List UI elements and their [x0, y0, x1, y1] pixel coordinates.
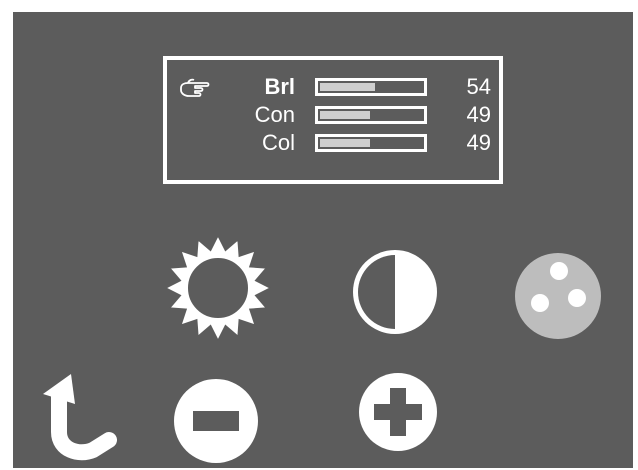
contrast-value: 49	[466, 102, 491, 127]
color-palette-icon[interactable]	[512, 250, 604, 342]
menu-row-color[interactable]: Col 49	[167, 130, 499, 158]
menu-row-contrast[interactable]: Con 49	[167, 102, 499, 130]
contrast-level-fill	[320, 111, 370, 119]
osd-screen: Brl 54 Con 49 Col 49	[13, 12, 633, 468]
brightness-value: 54	[466, 74, 491, 99]
brightness-level-fill	[320, 83, 375, 91]
menu-label-brightness: Brl	[264, 74, 295, 99]
contrast-level-bar[interactable]	[315, 106, 427, 124]
menu-label-contrast: Con	[254, 102, 295, 127]
menu-row-brightness[interactable]: Brl 54	[167, 74, 499, 102]
plus-icon[interactable]	[358, 372, 438, 452]
pointing-hand-icon	[180, 78, 210, 97]
color-value: 49	[466, 130, 491, 155]
color-level-bar[interactable]	[315, 134, 427, 152]
color-level-fill	[320, 139, 370, 147]
menu-label-color: Col	[261, 130, 295, 155]
brightness-level-bar[interactable]	[315, 78, 427, 96]
osd-menu-panel: Brl 54 Con 49 Col 49	[163, 56, 503, 184]
back-arrow-icon[interactable]	[31, 372, 117, 464]
contrast-icon[interactable]	[349, 246, 441, 338]
sun-icon[interactable]	[164, 234, 272, 342]
minus-icon[interactable]	[173, 378, 259, 464]
